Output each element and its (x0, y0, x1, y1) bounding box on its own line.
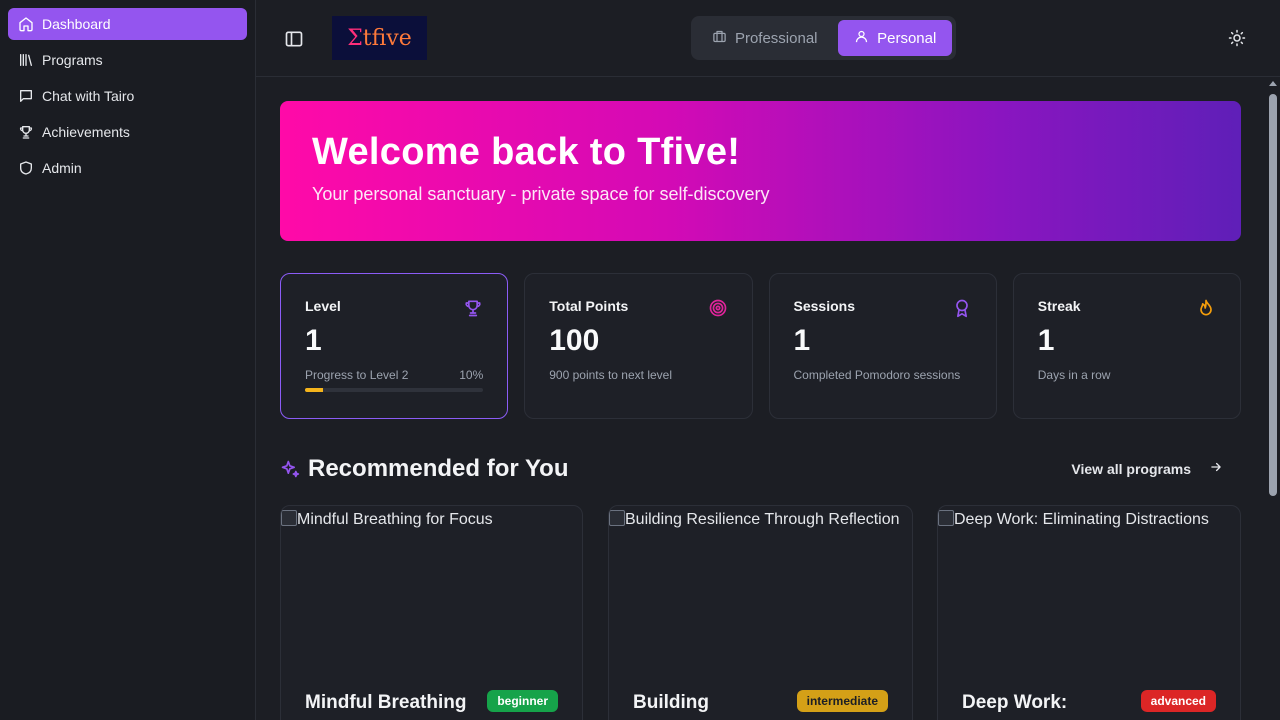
scroll-up-arrow[interactable] (1269, 81, 1277, 86)
sun-icon[interactable] (1228, 29, 1246, 47)
level-progress-bar (305, 388, 484, 392)
stat-title: Total Points (549, 298, 629, 314)
program-card[interactable]: Mindful Breathing for Focus Mindful Brea… (280, 505, 583, 720)
flame-icon (1196, 298, 1216, 318)
image-alt-text: Deep Work: Eliminating Distractions (954, 511, 1209, 528)
scroll-thumb[interactable] (1269, 94, 1277, 496)
program-image: Building Resilience Through Reflection (609, 506, 912, 532)
professional-mode-label: Professional (734, 29, 818, 47)
points-card[interactable]: Total Points 100 900 points to next leve… (524, 273, 753, 419)
level-progress-fill (305, 388, 323, 392)
trophy-icon (463, 298, 483, 318)
progress-percent: 10% (459, 368, 484, 382)
sidebar-item-admin[interactable]: Admin (8, 152, 247, 184)
sidebar-item-dashboard[interactable]: Dashboard (8, 8, 247, 40)
user-icon (854, 29, 869, 48)
welcome-banner: Welcome back to Tfive! Your personal san… (280, 101, 1241, 241)
stat-title: Sessions (793, 298, 855, 314)
section-title: Recommended for You (308, 455, 569, 482)
sidebar-item-label: Achievements (42, 124, 130, 140)
sessions-card[interactable]: Sessions 1 Completed Pomodoro sessions (768, 273, 997, 419)
broken-image-icon (609, 510, 625, 526)
stat-value: 100 (549, 324, 600, 357)
program-image: Deep Work: Eliminating Distractions (938, 506, 1240, 532)
sidebar-item-chat[interactable]: Chat with Tairo (8, 80, 247, 112)
broken-image-icon (938, 510, 954, 526)
image-alt-text: Mindful Breathing for Focus (297, 511, 493, 528)
sidebar-item-label: Chat with Tairo (42, 88, 135, 104)
award-icon (952, 298, 972, 318)
welcome-subtitle: Your personal sanctuary - private space … (312, 184, 770, 204)
program-card[interactable]: Building Resilience Through Reflection B… (608, 505, 913, 720)
stat-value: 1 (305, 324, 322, 357)
page-scrollbar[interactable] (1266, 77, 1280, 720)
stat-title: Streak (1037, 298, 1081, 314)
stat-value: 1 (793, 324, 811, 357)
sparkles-icon (280, 459, 300, 479)
sidebar-item-label: Programs (42, 52, 103, 68)
sidebar-item-label: Dashboard (42, 16, 111, 32)
sidebar-item-achievements[interactable]: Achievements (8, 116, 247, 148)
home-icon (18, 16, 34, 32)
image-alt-text: Building Resilience Through Reflection (625, 511, 900, 528)
program-title: Building (633, 692, 709, 713)
target-icon (708, 298, 728, 318)
main-content: Welcome back to Tfive! Your personal san… (256, 77, 1266, 720)
broken-image-icon (281, 510, 297, 526)
logo[interactable]: Σtfive (332, 16, 427, 60)
chat-icon (18, 88, 34, 104)
view-all-label: View all programs (1071, 460, 1191, 477)
mode-switch: Professional Personal (691, 16, 956, 60)
stat-title: Level (305, 298, 341, 314)
program-card[interactable]: Deep Work: Eliminating Distractions Deep… (937, 505, 1241, 720)
briefcase-icon (712, 29, 727, 48)
sidebar-item-label: Admin (42, 160, 82, 176)
sidebar-item-programs[interactable]: Programs (8, 44, 247, 76)
personal-mode-label: Personal (877, 29, 937, 47)
library-icon (18, 52, 34, 68)
sidebar-toggle-icon[interactable] (284, 29, 304, 49)
arrow-right-icon (1209, 460, 1223, 477)
stats-row: Level 1 Progress to Level 2 10% Total Po… (280, 273, 1241, 419)
program-cards: Mindful Breathing for Focus Mindful Brea… (280, 505, 1241, 720)
progress-row: Progress to Level 2 10% (305, 368, 483, 382)
welcome-title: Welcome back to Tfive! (312, 131, 741, 173)
logo-text: tfive (362, 25, 412, 51)
stat-value: 1 (1037, 324, 1055, 357)
view-all-programs-link[interactable]: View all programs (1071, 460, 1223, 477)
streak-card[interactable]: Streak 1 Days in a row (1012, 273, 1241, 419)
stat-subtext: Days in a row (1037, 368, 1111, 382)
difficulty-badge: intermediate (796, 690, 888, 712)
difficulty-badge: advanced (1140, 690, 1216, 712)
trophy-icon (18, 124, 34, 140)
top-bar: Σtfive Professional Personal (256, 0, 1280, 77)
logo-mark: Σ (347, 25, 363, 51)
shield-icon (18, 160, 34, 176)
stat-subtext: 900 points to next level (549, 368, 672, 382)
sidebar: Dashboard Programs Chat with Tairo Achie… (0, 0, 256, 720)
level-card[interactable]: Level 1 Progress to Level 2 10% (280, 273, 509, 419)
progress-label: Progress to Level 2 (305, 368, 409, 382)
recommended-header: Recommended for You View all programs (280, 455, 1241, 485)
difficulty-badge: beginner (487, 690, 558, 712)
program-title: Deep Work: (962, 692, 1068, 713)
stat-subtext: Completed Pomodoro sessions (793, 368, 961, 382)
personal-mode-button[interactable]: Personal (838, 20, 952, 56)
program-image: Mindful Breathing for Focus (281, 506, 582, 532)
program-title: Mindful Breathing (305, 692, 467, 713)
professional-mode-button[interactable]: Professional (695, 20, 834, 56)
